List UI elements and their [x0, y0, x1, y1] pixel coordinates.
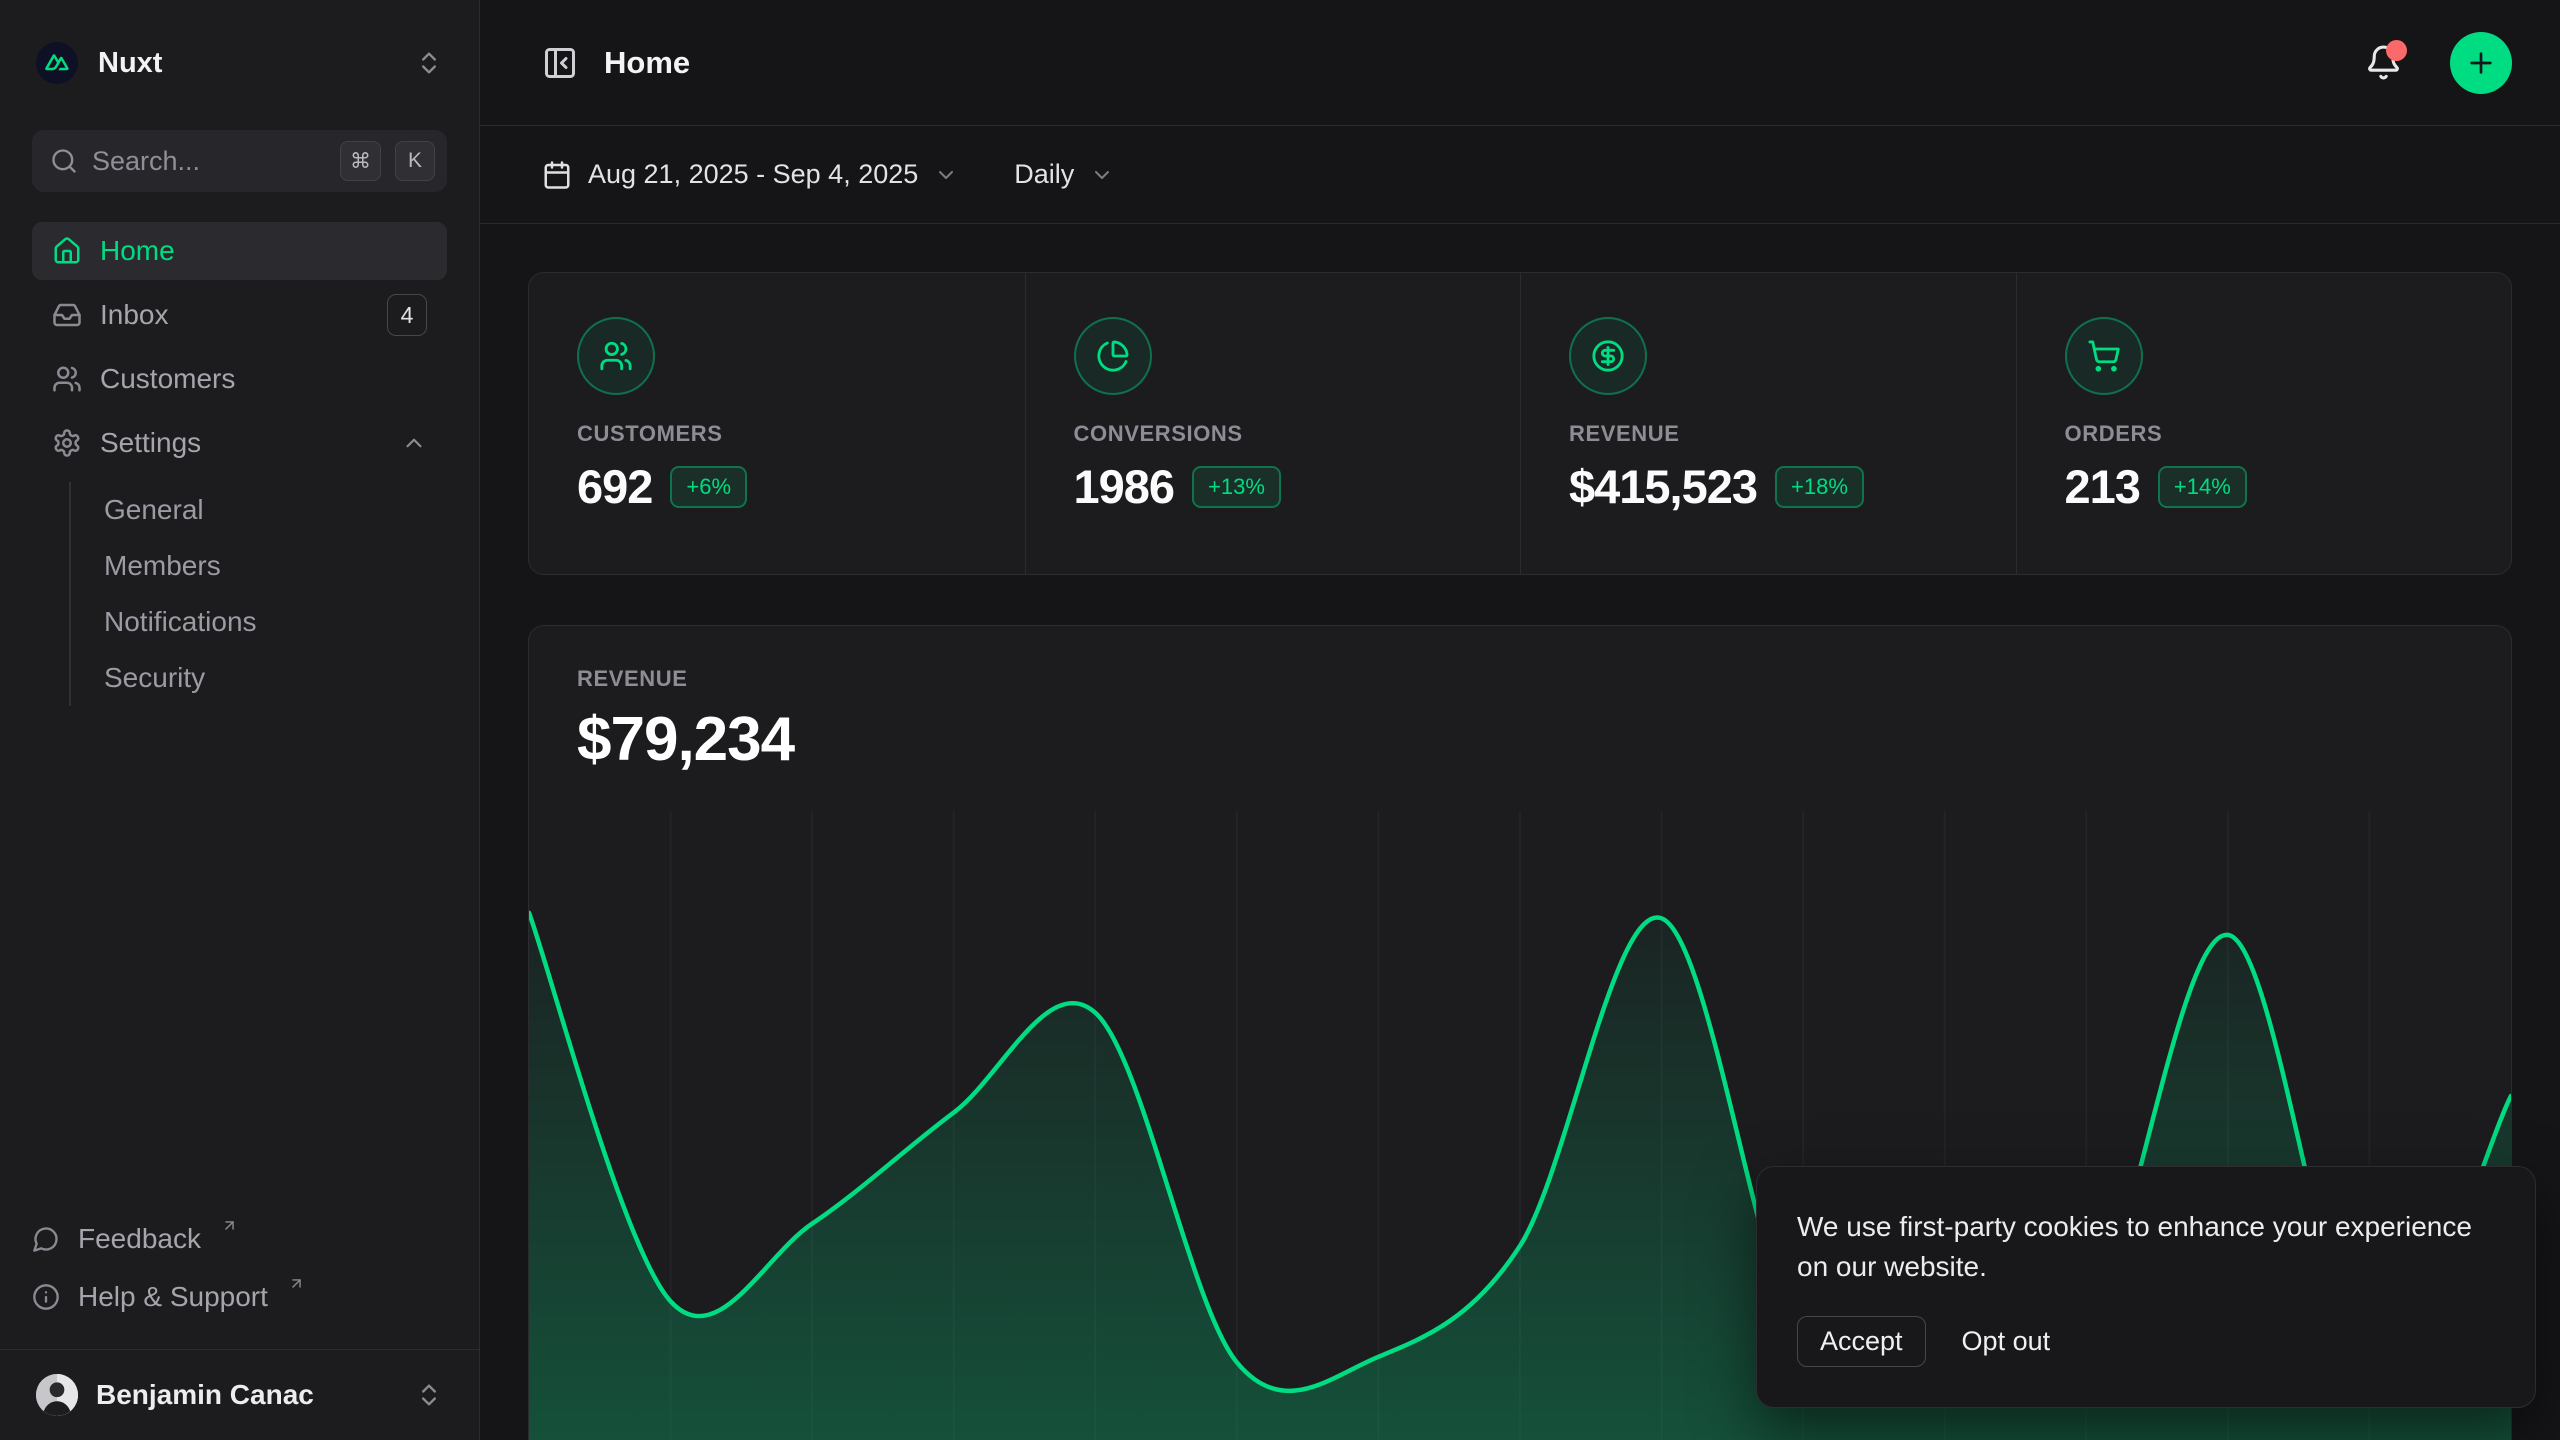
inbox-icon [52, 300, 82, 330]
stat-label: CUSTOMERS [577, 421, 977, 447]
dollar-circle-icon [1569, 317, 1647, 395]
stat-label: REVENUE [1569, 421, 1968, 447]
chevron-down-icon [1090, 163, 1114, 187]
stat-customers[interactable]: CUSTOMERS 692 +6% [529, 273, 1025, 574]
sidebar-footer: Feedback Help & Support [32, 1215, 447, 1349]
sidebar-item-general[interactable]: General [104, 482, 447, 538]
notification-dot [2386, 40, 2407, 61]
sidebar-item-security[interactable]: Security [104, 650, 447, 706]
subnav-label: Security [104, 662, 205, 694]
stat-delta-badge: +6% [670, 466, 747, 508]
stat-delta-badge: +18% [1775, 466, 1864, 508]
user-name: Benjamin Canac [96, 1379, 314, 1411]
stats-card: CUSTOMERS 692 +6% CONVERSIONS 1986 +13% [528, 272, 2512, 575]
kbd-k: K [395, 141, 435, 181]
kbd-meta: ⌘ [340, 141, 381, 181]
help-support-label: Help & Support [78, 1281, 268, 1313]
notifications-button[interactable] [2365, 44, 2402, 81]
workspace-switcher[interactable]: Nuxt [32, 24, 447, 102]
message-circle-icon [32, 1225, 60, 1253]
date-range-picker[interactable]: Aug 21, 2025 - Sep 4, 2025 [542, 159, 958, 190]
sidebar-item-home[interactable]: Home [32, 222, 447, 280]
sidebar-item-settings[interactable]: Settings [32, 414, 447, 472]
help-support-link[interactable]: Help & Support [32, 1273, 447, 1327]
date-range-value: Aug 21, 2025 - Sep 4, 2025 [588, 159, 918, 190]
chevrons-up-down-icon [415, 49, 443, 77]
add-button[interactable] [2450, 32, 2512, 94]
sidebar-item-label: Home [100, 235, 175, 267]
stat-revenue[interactable]: REVENUE $415,523 +18% [1520, 273, 2016, 574]
page-header: Home [480, 0, 2560, 126]
stat-label: CONVERSIONS [1074, 421, 1473, 447]
stat-delta-badge: +14% [2158, 466, 2247, 508]
cookie-banner: We use first-party cookies to enhance yo… [1756, 1166, 2536, 1408]
feedback-link[interactable]: Feedback [32, 1215, 447, 1269]
revenue-chart-header: REVENUE $79,234 [529, 626, 2511, 775]
info-circle-icon [32, 1283, 60, 1311]
stat-delta-badge: +13% [1192, 466, 1281, 508]
plus-icon [2465, 47, 2497, 79]
stat-orders[interactable]: ORDERS 213 +14% [2016, 273, 2512, 574]
chevron-down-icon [934, 163, 958, 187]
stat-label: ORDERS [2065, 421, 2464, 447]
revenue-chart-total: $79,234 [577, 704, 2463, 775]
subnav-label: Members [104, 550, 221, 582]
stat-conversions[interactable]: CONVERSIONS 1986 +13% [1025, 273, 1521, 574]
subnav-label: Notifications [104, 606, 257, 638]
stat-value: 213 [2065, 459, 2140, 514]
search-input[interactable] [92, 146, 326, 177]
nuxt-logo-icon [36, 42, 78, 84]
sidebar-item-members[interactable]: Members [104, 538, 447, 594]
chevrons-up-down-icon [415, 1381, 443, 1409]
sidebar-item-label: Settings [100, 427, 201, 459]
search-icon [50, 147, 78, 175]
sidebar-item-inbox[interactable]: Inbox 4 [32, 286, 447, 344]
users-icon [577, 317, 655, 395]
stat-value: 692 [577, 459, 652, 514]
cookie-accept-button[interactable]: Accept [1797, 1316, 1926, 1367]
sidebar-collapse-button[interactable] [542, 45, 578, 81]
sidebar: Nuxt ⌘ K Home Inbox 4 [0, 0, 480, 1440]
subnav-label: General [104, 494, 204, 526]
sidebar-item-label: Customers [100, 363, 235, 395]
users-icon [52, 364, 82, 394]
workspace-name: Nuxt [98, 47, 162, 80]
settings-subnav: General Members Notifications Security [69, 482, 447, 706]
feedback-label: Feedback [78, 1223, 201, 1255]
shopping-cart-icon [2065, 317, 2143, 395]
user-menu[interactable]: Benjamin Canac [32, 1350, 447, 1440]
stat-value: 1986 [1074, 459, 1175, 514]
granularity-value: Daily [1014, 159, 1074, 190]
cookie-optout-button[interactable]: Opt out [1962, 1326, 2051, 1357]
search-field[interactable]: ⌘ K [32, 130, 447, 192]
calendar-icon [542, 160, 572, 190]
sidebar-item-notifications[interactable]: Notifications [104, 594, 447, 650]
chart-pie-icon [1074, 317, 1152, 395]
sidebar-item-customers[interactable]: Customers [32, 350, 447, 408]
inbox-count-badge: 4 [387, 294, 427, 336]
cookie-actions: Accept Opt out [1797, 1316, 2495, 1367]
external-link-icon [221, 1217, 238, 1234]
chevron-up-icon [401, 430, 427, 456]
granularity-select[interactable]: Daily [1014, 159, 1114, 190]
sidebar-nav: Home Inbox 4 Customers Settings Genera [32, 222, 447, 706]
sidebar-item-label: Inbox [100, 299, 169, 331]
page-title: Home [604, 45, 690, 81]
stat-value: $415,523 [1569, 459, 1757, 514]
avatar [36, 1374, 78, 1416]
external-link-icon [288, 1275, 305, 1292]
gear-icon [52, 428, 82, 458]
filters-toolbar: Aug 21, 2025 - Sep 4, 2025 Daily [480, 126, 2560, 224]
house-icon [52, 236, 82, 266]
cookie-message: We use first-party cookies to enhance yo… [1797, 1207, 2495, 1288]
revenue-chart-label: REVENUE [577, 666, 2463, 692]
